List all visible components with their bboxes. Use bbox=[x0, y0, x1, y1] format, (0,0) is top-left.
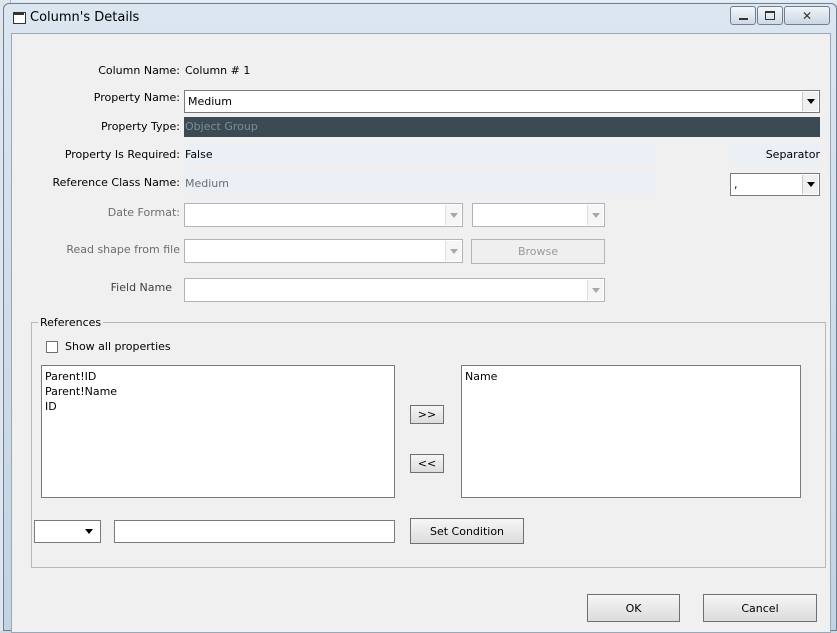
set-condition-label: Set Condition bbox=[429, 524, 505, 538]
property-type-field: Object Group bbox=[184, 117, 820, 137]
date-format-secondary-select[interactable] bbox=[472, 203, 605, 227]
condition-operator-select[interactable] bbox=[34, 520, 101, 543]
separator-label: Separator bbox=[765, 148, 820, 161]
chevron-down-icon[interactable] bbox=[79, 522, 99, 541]
chevron-down-icon[interactable] bbox=[445, 241, 461, 261]
window-controls: ✕ bbox=[729, 6, 830, 26]
property-required-field: False bbox=[184, 144, 656, 165]
browse-button[interactable]: Browse bbox=[471, 239, 605, 264]
window-title: Column's Details bbox=[30, 10, 140, 25]
property-name-label: Property Name: bbox=[93, 91, 180, 104]
maximize-icon bbox=[765, 11, 775, 20]
reference-class-value: Medium bbox=[185, 177, 229, 190]
close-icon: ✕ bbox=[801, 8, 813, 23]
reference-class-field: Medium bbox=[184, 173, 656, 194]
chevron-down-icon[interactable] bbox=[802, 92, 818, 111]
read-shape-select[interactable] bbox=[184, 239, 463, 263]
show-all-checkbox[interactable] bbox=[46, 341, 58, 353]
separator-select[interactable]: , bbox=[730, 173, 820, 196]
selected-list-items: Name bbox=[462, 366, 800, 384]
property-required-value: False bbox=[185, 148, 213, 161]
column-name-value: Column # 1 bbox=[185, 64, 251, 77]
separator-label-bg: Separator bbox=[730, 144, 820, 165]
close-button[interactable]: ✕ bbox=[784, 6, 830, 25]
add-reference-label: >> bbox=[417, 408, 437, 421]
date-format-label: Date Format: bbox=[107, 206, 180, 219]
available-properties-list[interactable]: Parent!ID Parent!Name ID bbox=[41, 365, 395, 498]
show-all-label[interactable]: Show all properties bbox=[65, 340, 171, 353]
list-item[interactable]: Parent!Name bbox=[42, 384, 394, 399]
dialog-window: Column's Details ✕ Column Name: Column #… bbox=[3, 3, 837, 633]
selected-properties-list[interactable]: Name bbox=[461, 365, 801, 498]
chevron-down-icon[interactable] bbox=[445, 205, 461, 225]
references-group-title: References bbox=[38, 316, 104, 329]
property-required-label: Property Is Required: bbox=[64, 148, 180, 161]
field-name-select[interactable] bbox=[184, 278, 605, 302]
separator-value: , bbox=[734, 178, 738, 191]
minimize-button[interactable] bbox=[730, 6, 756, 25]
property-name-select[interactable]: Medium bbox=[184, 90, 820, 113]
list-item[interactable]: Name bbox=[462, 369, 800, 384]
minimize-icon bbox=[738, 17, 748, 20]
window-icon bbox=[13, 12, 26, 24]
reference-class-label: Reference Class Name: bbox=[52, 176, 180, 189]
field-name-label: Field Name bbox=[110, 281, 172, 294]
ok-button-label: OK bbox=[625, 601, 642, 615]
column-name-label: Column Name: bbox=[98, 64, 180, 77]
set-condition-button[interactable]: Set Condition bbox=[410, 518, 524, 544]
chevron-down-icon[interactable] bbox=[587, 280, 603, 300]
cancel-button[interactable]: Cancel bbox=[703, 594, 817, 622]
available-list-items: Parent!ID Parent!Name ID bbox=[42, 366, 394, 414]
date-format-select[interactable] bbox=[184, 203, 463, 227]
chevron-down-icon[interactable] bbox=[802, 175, 818, 194]
chevron-down-icon[interactable] bbox=[587, 205, 603, 225]
cancel-button-label: Cancel bbox=[741, 601, 779, 615]
browse-button-label: Browse bbox=[517, 245, 559, 258]
list-item[interactable]: ID bbox=[42, 399, 394, 414]
add-reference-button[interactable]: >> bbox=[410, 405, 444, 424]
condition-value-input[interactable] bbox=[114, 520, 395, 543]
maximize-button[interactable] bbox=[757, 6, 783, 25]
remove-reference-button[interactable]: << bbox=[410, 454, 444, 473]
title-bar[interactable]: Column's Details ✕ bbox=[4, 4, 836, 32]
property-type-value: Object Group bbox=[185, 120, 258, 133]
list-item[interactable]: Parent!ID bbox=[42, 369, 394, 384]
dialog-client-area: Column Name: Column # 1 Property Name: M… bbox=[11, 33, 831, 633]
property-type-label: Property Type: bbox=[100, 120, 180, 133]
ok-button[interactable]: OK bbox=[587, 594, 680, 622]
remove-reference-label: << bbox=[417, 457, 437, 470]
read-shape-label: Read shape from file bbox=[66, 243, 180, 256]
property-name-value: Medium bbox=[188, 95, 232, 108]
